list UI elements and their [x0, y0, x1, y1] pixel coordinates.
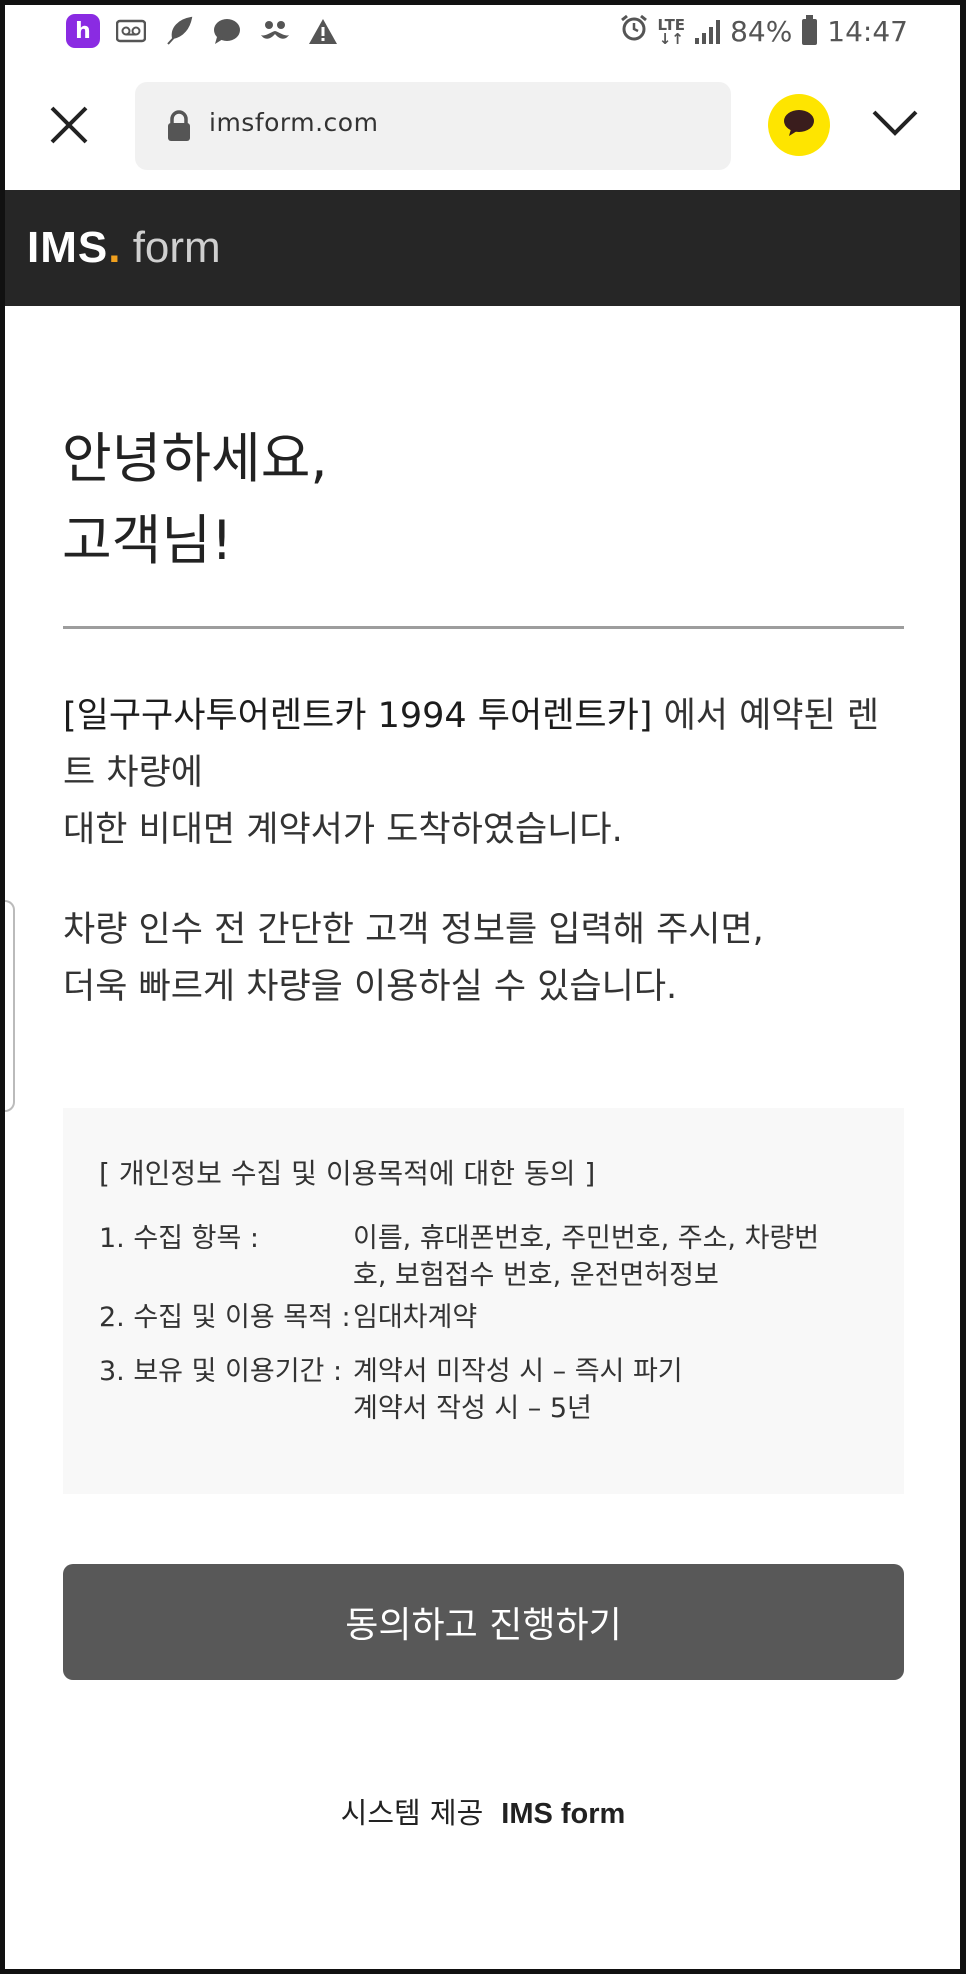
close-icon[interactable] — [44, 100, 94, 150]
clock: 14:47 — [827, 15, 908, 48]
battery-icon — [802, 14, 818, 45]
consent-label: 2. 수집 및 이용 목적 : — [99, 1302, 351, 1333]
intro-line-3: 차량 인수 전 간단한 고객 정보를 입력해 주시면, — [63, 910, 764, 950]
system-indicators: LTE ↓↑ 84% 14:47 — [620, 14, 908, 49]
app-header: IMS. form — [5, 190, 961, 306]
greeting-line-2: 고객님! — [62, 509, 233, 572]
retention-line-1: 계약서 미작성 시 – 즉시 파기 — [353, 1356, 683, 1387]
kakao-chat-icon — [782, 108, 816, 142]
consent-value: 임대차계약 — [353, 1302, 478, 1333]
lock-icon — [167, 110, 191, 142]
consent-box: [ 개인정보 수집 및 이용목적에 대한 동의 ] 1. 수집 항목 : 이름,… — [63, 1108, 904, 1494]
h-app-icon: h — [66, 14, 100, 48]
url-bar[interactable]: imsform.com — [135, 82, 731, 170]
intro-line-2: 대한 비대면 계약서가 도착하였습니다. — [63, 810, 623, 850]
mustache-icon — [258, 14, 292, 48]
browser-toolbar: imsform.com — [0, 66, 966, 190]
footer-prefix: 시스템 제공 — [340, 1796, 484, 1830]
feather-icon — [162, 14, 196, 48]
ims-form-logo[interactable]: IMS. form — [27, 223, 221, 273]
consent-label: 1. 수집 항목 : — [99, 1223, 259, 1254]
notification-icons: h — [66, 14, 340, 48]
chat-bubble-icon — [210, 14, 244, 48]
intro-line-4: 더욱 빠르게 차량을 이용하실 수 있습니다. — [63, 967, 678, 1007]
kakao-talk-button[interactable] — [768, 94, 830, 156]
footer-brand: IMS form — [501, 1798, 626, 1830]
consent-label: 3. 보유 및 이용기간 : — [99, 1356, 343, 1387]
url-text: imsform.com — [209, 108, 379, 137]
intro-paragraph-1: [일구구사투어렌트카 1994 투어렌트카] 에서 예약된 렌트 차량에 — [63, 688, 903, 802]
battery-percent: 84% — [730, 15, 793, 48]
retention-line-2: 계약서 작성 시 – 5년 — [353, 1393, 592, 1424]
consent-value: 계약서 미작성 시 – 즉시 파기 계약서 작성 시 – 5년 — [353, 1353, 833, 1427]
agree-and-proceed-button[interactable]: 동의하고 진행하기 — [63, 1564, 904, 1680]
consent-value: 이름, 휴대폰번호, 주민번호, 주소, 차량번호, 보험접수 번호, 운전면허… — [353, 1223, 820, 1291]
warning-icon — [306, 14, 340, 48]
chevron-down-icon[interactable] — [870, 108, 920, 138]
network-type: LTE ↓↑ — [657, 15, 686, 48]
intro-text: [일구구사투어렌트카 1994 투어렌트카] 에서 예약된 렌트 차량에 대한 … — [63, 688, 903, 1016]
signal-icon — [695, 19, 721, 44]
consent-title: [ 개인정보 수집 및 이용목적에 대한 동의 ] — [99, 1157, 596, 1190]
company-name: [일구구사투어렌트카 1994 투어렌트카] — [63, 696, 653, 736]
greeting-heading: 안녕하세요, 고객님! — [62, 418, 328, 582]
footer: 시스템 제공 IMS form — [0, 1790, 966, 1832]
edge-panel-handle[interactable] — [0, 900, 15, 1112]
divider — [63, 626, 904, 629]
status-bar: h LTE ↓↑ 84% 14:47 — [0, 0, 966, 66]
voicemail-icon — [114, 14, 148, 48]
alarm-icon — [620, 14, 648, 49]
greeting-line-1: 안녕하세요, — [62, 427, 328, 490]
